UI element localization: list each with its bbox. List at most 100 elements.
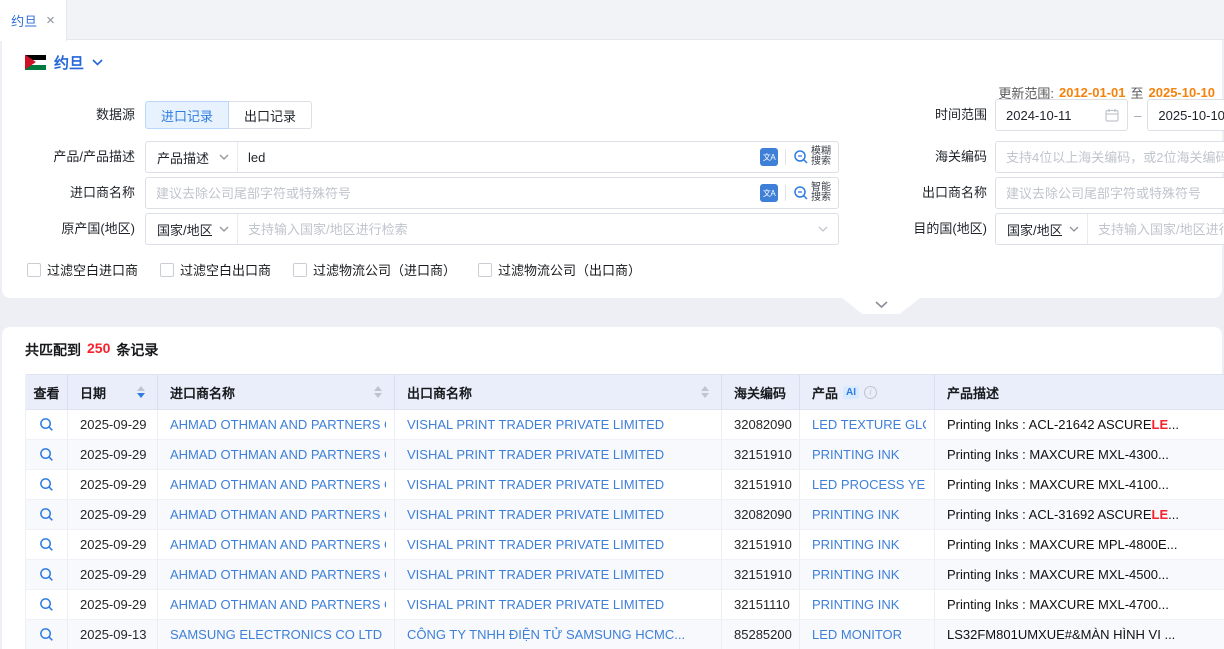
tab-close-icon[interactable]: × [46,13,55,28]
view-record-button[interactable] [39,447,54,462]
column-view: 查看 [26,375,68,409]
sort-date-button[interactable] [137,386,149,398]
translate-icon[interactable]: 文A [760,184,778,202]
exporter-link[interactable]: VISHAL PRINT TRADER PRIVATE LIMITED [407,417,664,432]
summary-suffix: 条记录 [116,340,158,360]
product-field-select[interactable]: 产品描述 [146,142,238,172]
divider [785,149,786,165]
importer-link[interactable]: AHMAD OTHMAN AND PARTNERS COMPA... [170,417,386,432]
smart-search-label: 智能 搜索 [811,183,831,204]
origin-type-select-value: 国家/地区 [157,220,213,239]
view-record-button[interactable] [39,477,54,492]
exporter-link[interactable]: VISHAL PRINT TRADER PRIVATE LIMITED [407,567,664,582]
table-row: 2025-09-29 AHMAD OTHMAN AND PARTNERS COM… [26,500,1224,530]
importer-link[interactable]: AHMAD OTHMAN AND PARTNERS COMPA... [170,477,386,492]
product-link[interactable]: LED TEXTURE GLOSS ... [812,417,926,432]
checkbox-icon[interactable] [160,263,174,277]
hs-code-input[interactable] [995,141,1224,173]
tab-jordan[interactable]: 约旦 × [0,0,67,41]
product-link[interactable]: LED PROCESS YELLOW... [812,477,926,492]
view-record-button[interactable] [39,627,54,642]
smart-search-button[interactable]: 智能 搜索 [793,183,838,204]
column-hs-code: 海关编码 [722,375,800,409]
view-record-button[interactable] [39,507,54,522]
row-description: Printing Inks : ACL-31692 ASCURE LE... [935,500,1224,530]
checkbox-icon[interactable] [478,263,492,277]
exporter-link[interactable]: VISHAL PRINT TRADER PRIVATE LIMITED [407,597,664,612]
row-hs-code: 32082090 [722,500,800,530]
checkbox-icon[interactable] [293,263,307,277]
product-link[interactable]: PRINTING INK [812,597,899,612]
date-start-input[interactable]: 2024-10-11 [995,99,1128,131]
info-icon[interactable]: i [864,386,877,399]
row-hs-code: 32151910 [722,470,800,500]
exporter-link[interactable]: VISHAL PRINT TRADER PRIVATE LIMITED [407,537,664,552]
row-description: Printing Inks : MAXCURE MXL-4300... [935,440,1224,470]
product-link[interactable]: PRINTING INK [812,447,899,462]
product-link[interactable]: LED MONITOR [812,627,902,642]
search-icon [39,567,54,582]
country-selector[interactable]: 约旦 [25,50,103,74]
exporter-name-input[interactable] [995,177,1224,209]
row-date: 2025-09-29 [68,560,158,590]
filter-logistics-exporter[interactable]: 过滤物流公司（出口商） [478,260,641,279]
filter-checkbox-row: 过滤空白进口商 过滤空白出口商 过滤物流公司（进口商） 过滤物流公司（出口商） [27,260,641,279]
row-date: 2025-09-29 [68,530,158,560]
date-end-input[interactable]: 2025-10-10 [1147,99,1224,131]
filter-logistics-importer[interactable]: 过滤物流公司（进口商） [293,260,456,279]
importer-link[interactable]: AHMAD OTHMAN AND PARTNERS COMPA... [170,447,386,462]
view-record-button[interactable] [39,537,54,552]
destination-type-select[interactable]: 国家/地区 [996,214,1088,244]
product-input-group: 产品描述 文A 模糊 搜索 [145,141,839,173]
exporter-link[interactable]: VISHAL PRINT TRADER PRIVATE LIMITED [407,477,664,492]
importer-link[interactable]: AHMAD OTHMAN AND PARTNERS COMPA... [170,567,386,582]
destination-country-label: 目的国(地区) [880,213,987,245]
importer-link[interactable]: SAMSUNG ELECTRONICS CO LTD [170,627,382,642]
search-icon [793,149,809,165]
exporter-link[interactable]: VISHAL PRINT TRADER PRIVATE LIMITED [407,447,664,462]
filter-blank-exporter[interactable]: 过滤空白出口商 [160,260,271,279]
hs-code-label: 海关编码 [880,141,987,173]
sort-exporter-button[interactable] [701,386,713,398]
date-start-value: 2024-10-11 [1006,108,1072,123]
origin-country-input[interactable] [238,214,814,244]
view-record-button[interactable] [39,567,54,582]
column-importer-label: 进口商名称 [170,383,235,402]
row-hs-code: 32151910 [722,440,800,470]
origin-type-select[interactable]: 国家/地区 [146,214,238,244]
exporter-link[interactable]: CÔNG TY TNHH ĐIỆN TỬ SAMSUNG HCMC... [407,627,685,642]
exporter-link[interactable]: VISHAL PRINT TRADER PRIVATE LIMITED [407,507,664,522]
collapse-panel-button[interactable] [842,298,920,314]
origin-input-group: 国家/地区 [145,213,839,245]
sort-importer-button[interactable] [374,386,386,398]
importer-link[interactable]: AHMAD OTHMAN AND PARTNERS COMPA... [170,537,386,552]
summary-prefix: 共匹配到 [25,340,81,360]
product-link[interactable]: PRINTING INK [812,507,899,522]
destination-country-input[interactable] [1088,214,1224,244]
column-exporter-label: 出口商名称 [407,383,472,402]
product-link[interactable]: PRINTING INK [812,567,899,582]
fuzzy-search-button[interactable]: 模糊 搜索 [793,147,838,168]
row-date: 2025-09-29 [68,440,158,470]
importer-link[interactable]: AHMAD OTHMAN AND PARTNERS COMPA... [170,507,386,522]
datasource-import-button[interactable]: 进口记录 [145,101,229,129]
search-icon [39,627,54,642]
filter-blank-importer[interactable]: 过滤空白进口商 [27,260,138,279]
checkbox-icon[interactable] [27,263,41,277]
translate-icon[interactable]: 文A [760,148,778,166]
importer-name-input[interactable] [146,178,760,208]
product-search-input[interactable] [238,142,760,172]
time-range-label: 时间范围 [880,99,987,131]
view-record-button[interactable] [39,597,54,612]
table-row: 2025-09-29 AHMAD OTHMAN AND PARTNERS COM… [26,440,1224,470]
view-record-button[interactable] [39,417,54,432]
tab-bar: 约旦 × [0,0,1224,40]
importer-link[interactable]: AHMAD OTHMAN AND PARTNERS COMPA... [170,597,386,612]
datasource-export-button[interactable]: 出口记录 [229,101,312,129]
search-icon [793,185,809,201]
country-name: 约旦 [54,52,84,73]
chevron-down-icon [219,226,229,232]
product-field-select-value: 产品描述 [157,148,209,167]
product-link[interactable]: PRINTING INK [812,537,899,552]
table-body: 2025-09-29 AHMAD OTHMAN AND PARTNERS COM… [26,410,1224,649]
